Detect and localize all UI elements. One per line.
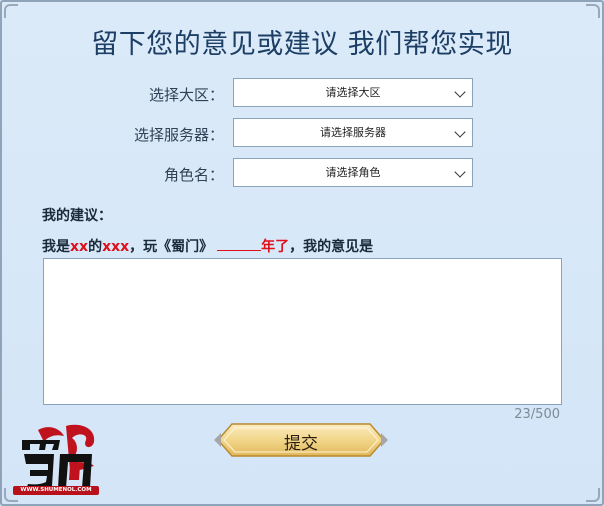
prompt-xx: xx xyxy=(70,239,89,255)
server-label: 选择服务器： xyxy=(133,126,224,144)
role-row: 角色名： 请选择角色 xyxy=(0,158,604,188)
prompt-year: 年了 xyxy=(261,239,290,255)
char-counter: 23/500 xyxy=(514,407,560,422)
submit-button[interactable]: 提交 xyxy=(214,422,388,458)
region-select[interactable]: 请选择大区 xyxy=(233,78,473,107)
prompt-xxx: xxx xyxy=(102,239,130,255)
prompt-de: 的 xyxy=(88,239,103,255)
submit-label: 提交 xyxy=(284,434,318,454)
prompt-suffix: ，我的意见是 xyxy=(289,239,374,255)
chevron-down-icon xyxy=(454,166,466,178)
server-row: 选择服务器： 请选择服务器 xyxy=(0,118,604,148)
region-row: 选择大区： 请选择大区 xyxy=(0,78,604,108)
role-label: 角色名： xyxy=(163,166,224,184)
server-select[interactable]: 请选择服务器 xyxy=(233,118,473,147)
region-select-value: 请选择大区 xyxy=(325,86,381,99)
prompt-play: ，玩《蜀门》 xyxy=(129,239,214,255)
suggestion-textarea[interactable] xyxy=(43,258,562,405)
frame-corner xyxy=(4,4,18,18)
years-blank xyxy=(217,239,262,251)
role-select[interactable]: 请选择角色 xyxy=(233,158,473,187)
region-label: 选择大区： xyxy=(148,86,224,104)
chevron-down-icon xyxy=(454,126,466,138)
chevron-down-icon xyxy=(454,86,466,98)
suggestion-prompt: 我是xx的xxx，玩《蜀门》 年了，我的意见是 xyxy=(42,236,373,256)
frame-corner xyxy=(586,488,600,502)
server-select-value: 请选择服务器 xyxy=(320,126,386,139)
role-select-value: 请选择角色 xyxy=(325,166,381,179)
page-title: 留下您的意见或建议 我们帮您实现 xyxy=(91,29,513,60)
frame-corner xyxy=(586,4,600,18)
suggestion-label: 我的建议： xyxy=(42,208,112,224)
logo-caption: WWW.SHUMENOL.COM xyxy=(13,486,99,495)
prompt-prefix: 我是 xyxy=(42,239,70,255)
